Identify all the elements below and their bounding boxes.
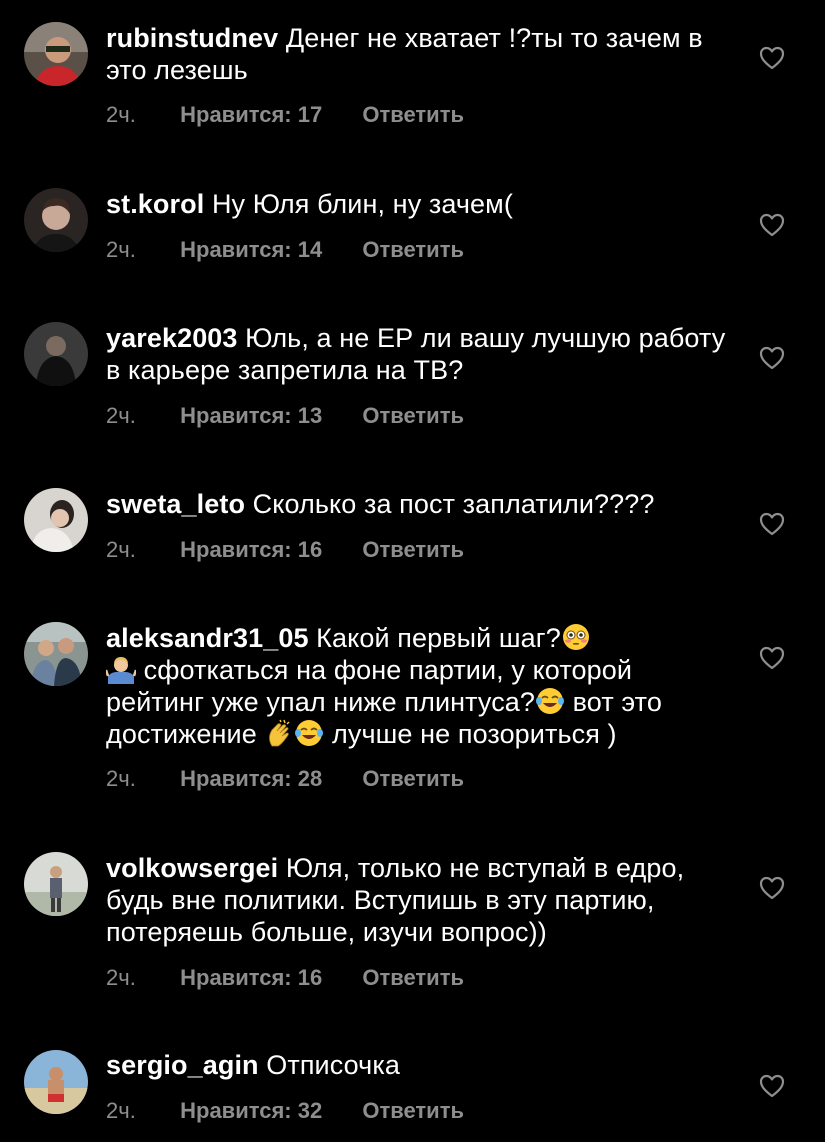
comment-time: 2ч. <box>106 766 136 791</box>
comment-likes[interactable]: Нравится: 14 <box>180 236 322 264</box>
comment-username[interactable]: sergio_agin <box>106 1050 259 1080</box>
heart-icon[interactable] <box>759 1074 785 1098</box>
comment-meta: 2ч. Нравится: 14 Ответить <box>106 236 464 264</box>
comment-meta: 2ч. Нравится: 28 Ответить <box>106 765 464 793</box>
comment-body: yarek2003 Юль, а не ЕР ли вашу лучшую ра… <box>106 322 726 386</box>
person-shrugging-emoji <box>106 657 136 684</box>
heart-icon[interactable] <box>759 213 785 237</box>
comment-body: st.korol Ну Юля блин, ну зачем( <box>106 188 726 220</box>
reply-button[interactable]: Ответить <box>362 402 464 430</box>
comment-likes[interactable]: Нравится: 16 <box>180 536 322 564</box>
comment-text: Ну Юля блин, ну зачем( <box>211 189 513 219</box>
reply-button[interactable]: Ответить <box>362 1097 464 1125</box>
comment-meta: 2ч. Нравится: 13 Ответить <box>106 402 464 430</box>
tears-of-joy-emoji <box>536 688 565 714</box>
flushed-face-emoji <box>562 624 589 650</box>
reply-button[interactable]: Ответить <box>362 964 464 992</box>
comment-time: 2ч. <box>106 403 136 428</box>
comment-meta: 2ч. Нравится: 16 Ответить <box>106 536 464 564</box>
heart-icon[interactable] <box>759 876 785 900</box>
reply-button[interactable]: Ответить <box>362 101 464 129</box>
comment-time: 2ч. <box>106 1098 136 1123</box>
avatar[interactable] <box>24 322 88 386</box>
avatar[interactable] <box>24 188 88 252</box>
comment-meta: 2ч. Нравится: 32 Ответить <box>106 1097 464 1125</box>
reply-button[interactable]: Ответить <box>362 765 464 793</box>
comment-time: 2ч. <box>106 537 136 562</box>
comment-username[interactable]: rubinstudnev <box>106 23 278 53</box>
comment-username[interactable]: volkowsergei <box>106 853 278 883</box>
comment-username[interactable]: aleksandr31_05 <box>106 623 309 653</box>
comment-time: 2ч. <box>106 965 136 990</box>
comment-body: sweta_leto Сколько за пост заплатили???? <box>106 488 726 520</box>
avatar[interactable] <box>24 22 88 86</box>
avatar[interactable] <box>24 1050 88 1114</box>
comment-likes[interactable]: Нравится: 13 <box>180 402 322 430</box>
comment-body: rubinstudnev Денег не хватает !?ты то за… <box>106 22 726 86</box>
tears-of-joy-emoji <box>295 720 324 746</box>
heart-icon[interactable] <box>759 346 785 370</box>
comment-likes[interactable]: Нравится: 32 <box>180 1097 322 1125</box>
comment-likes[interactable]: Нравится: 16 <box>180 964 322 992</box>
comment-likes[interactable]: Нравится: 17 <box>180 101 322 129</box>
comment-username[interactable]: yarek2003 <box>106 323 238 353</box>
heart-icon[interactable] <box>759 646 785 670</box>
avatar[interactable] <box>24 488 88 552</box>
comment-meta: 2ч. Нравится: 16 Ответить <box>106 964 464 992</box>
comment-time: 2ч. <box>106 237 136 262</box>
avatar[interactable] <box>24 852 88 916</box>
comment-likes[interactable]: Нравится: 28 <box>180 765 322 793</box>
comment-body: sergio_agin Отписочка <box>106 1049 726 1081</box>
comment-text: Сколько за пост заплатили???? <box>252 489 655 519</box>
comment-text: лучше не позориться ) <box>332 719 617 749</box>
heart-icon[interactable] <box>759 512 785 536</box>
comment-time: 2ч. <box>106 102 136 127</box>
reply-button[interactable]: Ответить <box>362 236 464 264</box>
comment-username[interactable]: sweta_leto <box>106 489 245 519</box>
heart-icon[interactable] <box>759 46 785 70</box>
comment-username[interactable]: st.korol <box>106 189 204 219</box>
comment-meta: 2ч. Нравится: 17 Ответить <box>106 101 464 129</box>
comment-text: Отписочка <box>266 1050 400 1080</box>
avatar[interactable] <box>24 622 88 686</box>
comment-body: aleksandr31_05 Какой первый шаг? сфоткат… <box>106 622 726 750</box>
comment-body: volkowsergei Юля, только не вступай в ед… <box>106 852 726 948</box>
comment-text: Какой первый шаг? <box>316 623 561 653</box>
reply-button[interactable]: Ответить <box>362 536 464 564</box>
clapping-hands-emoji <box>269 719 290 747</box>
